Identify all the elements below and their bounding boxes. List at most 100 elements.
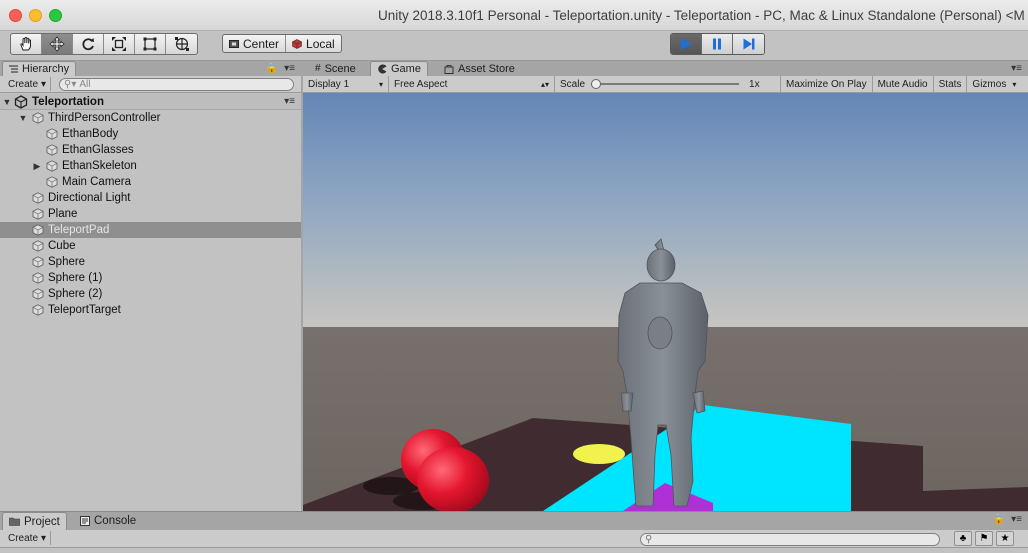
filter-by-type-button[interactable]: ♣ xyxy=(954,531,972,546)
scale-tool-button[interactable] xyxy=(104,34,135,54)
pause-button[interactable] xyxy=(702,34,733,54)
red-sphere-2 xyxy=(417,447,489,511)
dropdown-caret-icon: ▴▾ xyxy=(540,79,549,89)
panel-menu-icon[interactable]: ▾≡ xyxy=(284,63,295,74)
tab-game-label: Game xyxy=(391,63,421,75)
stats-toggle[interactable]: Stats xyxy=(934,75,968,93)
pivot-center-label: Center xyxy=(243,36,280,51)
scene-root-row[interactable]: ▼ Teleportation ▾≡ xyxy=(0,94,301,110)
gameobject-cube-icon xyxy=(46,160,58,172)
tab-scene[interactable]: # Scene xyxy=(309,61,362,76)
project-search-input[interactable]: ⚲ xyxy=(640,533,940,546)
bottom-panel-icons: 🔒 ▾≡ xyxy=(993,514,1022,525)
scale-label: Scale xyxy=(560,78,586,90)
rect-tool-icon xyxy=(143,37,157,51)
expand-arrow-icon[interactable]: ▼ xyxy=(2,97,12,107)
collapse-arrow-icon[interactable]: ▶ xyxy=(32,161,42,172)
hierarchy-panel-icons: 🔒 ▾≡ xyxy=(266,63,295,74)
hierarchy-search-placeholder: All xyxy=(79,79,91,90)
hierarchy-item-label: Plane xyxy=(48,208,78,220)
hierarchy-item[interactable]: EthanGlasses xyxy=(0,142,301,158)
lock-icon[interactable]: 🔒 xyxy=(993,514,1005,525)
scene-grid-icon: # xyxy=(315,63,321,74)
expand-arrow-icon[interactable]: ▼ xyxy=(18,113,28,123)
hierarchy-item[interactable]: ▼ ThirdPersonController xyxy=(0,110,301,126)
dropdown-caret-icon: ▾ xyxy=(1012,79,1017,89)
pivot-controls: Center Local xyxy=(222,34,342,53)
search-icon: ⚲ xyxy=(645,534,653,545)
hierarchy-item-label: Cube xyxy=(48,240,76,252)
display-dropdown[interactable]: Display 1 ▾ xyxy=(303,75,389,93)
pivot-center-toggle[interactable]: Center xyxy=(223,35,287,52)
gameobject-cube-icon xyxy=(32,208,44,220)
hierarchy-create-label: Create xyxy=(8,78,39,90)
window-close-button[interactable] xyxy=(9,9,22,22)
maximize-on-play-toggle[interactable]: Maximize On Play xyxy=(781,75,873,93)
hierarchy-item[interactable]: Sphere xyxy=(0,254,301,270)
hierarchy-subbar: Create ▾ ⚲▾ All xyxy=(0,76,301,93)
gameobject-cube-icon xyxy=(46,144,58,156)
hierarchy-item[interactable]: EthanBody xyxy=(0,126,301,142)
chevron-down-icon: ▾ xyxy=(41,532,47,544)
gameobject-cube-icon xyxy=(46,176,58,188)
scale-slider-thumb[interactable] xyxy=(591,79,602,89)
game-viewport[interactable] xyxy=(303,93,1028,511)
project-create-button[interactable]: Create ▾ xyxy=(4,531,52,545)
play-button[interactable] xyxy=(671,34,702,54)
panel-menu-icon[interactable]: ▾≡ xyxy=(1011,63,1022,74)
window-zoom-button[interactable] xyxy=(49,9,62,22)
pivot-center-icon xyxy=(229,39,239,48)
asset-store-bag-icon xyxy=(444,64,454,74)
hierarchy-item[interactable]: Sphere (1) xyxy=(0,270,301,286)
console-icon xyxy=(80,516,90,526)
hierarchy-item-label: EthanGlasses xyxy=(62,144,134,156)
search-icon: ⚲▾ xyxy=(64,79,77,90)
yellow-target-disc xyxy=(573,444,625,464)
hand-tool-button[interactable] xyxy=(11,34,42,54)
game-pacman-icon xyxy=(378,64,387,74)
display-label: Display 1 xyxy=(308,78,350,90)
tab-console[interactable]: Console xyxy=(74,512,142,530)
move-tool-button[interactable] xyxy=(42,34,73,54)
hierarchy-item[interactable]: TeleportPad xyxy=(0,222,301,238)
rect-tool-button[interactable] xyxy=(135,34,166,54)
hierarchy-create-button[interactable]: Create ▾ xyxy=(4,77,52,91)
hierarchy-item[interactable]: Main Camera xyxy=(0,174,301,190)
hierarchy-item[interactable]: Plane xyxy=(0,206,301,222)
pause-icon xyxy=(713,38,721,50)
hierarchy-item[interactable]: TeleportTarget xyxy=(0,302,301,318)
filter-by-label-button[interactable]: ⚑ xyxy=(975,531,993,546)
shapes-icon: ♣ xyxy=(959,533,967,544)
mute-audio-toggle[interactable]: Mute Audio xyxy=(873,75,934,93)
tab-project[interactable]: Project xyxy=(2,512,67,530)
pivot-space-toggle[interactable]: Local xyxy=(286,35,341,52)
project-create-label: Create xyxy=(8,532,39,544)
gameobject-cube-icon xyxy=(32,256,44,268)
scale-slider[interactable] xyxy=(591,79,740,89)
hierarchy-item[interactable]: ▶ EthanSkeleton xyxy=(0,158,301,174)
tab-hierarchy[interactable]: Hierarchy xyxy=(2,61,77,76)
hierarchy-item[interactable]: Directional Light xyxy=(0,190,301,206)
favorites-button[interactable]: ★ xyxy=(996,531,1014,546)
mute-audio-label: Mute Audio xyxy=(877,78,928,90)
hierarchy-item[interactable]: Sphere (2) xyxy=(0,286,301,302)
hierarchy-list-icon xyxy=(9,65,18,73)
scene-menu-icon[interactable]: ▾≡ xyxy=(284,96,295,107)
hierarchy-item[interactable]: Cube xyxy=(0,238,301,254)
aspect-dropdown[interactable]: Free Aspect ▴▾ xyxy=(389,75,555,93)
transform-tool-button[interactable] xyxy=(166,34,197,54)
window-titlebar: Unity 2018.3.10f1 Personal - Teleportati… xyxy=(0,0,1028,31)
window-minimize-button[interactable] xyxy=(29,9,42,22)
game-panel-icons: ▾≡ xyxy=(1011,63,1022,74)
game-render[interactable] xyxy=(303,93,1028,511)
rotate-tool-button[interactable] xyxy=(73,34,104,54)
gizmos-dropdown[interactable]: Gizmos ▾ xyxy=(967,76,1021,93)
tab-asset-store[interactable]: Asset Store xyxy=(438,61,521,76)
lock-icon[interactable]: 🔒 xyxy=(266,63,278,74)
tab-game[interactable]: Game xyxy=(370,61,428,76)
hierarchy-search-input[interactable]: ⚲▾ All xyxy=(59,78,294,91)
panel-menu-icon[interactable]: ▾≡ xyxy=(1011,514,1022,525)
step-button[interactable] xyxy=(733,34,764,54)
play-icon xyxy=(681,38,692,50)
bottom-tabstrip: Project Console 🔒 ▾≡ xyxy=(0,512,1028,530)
